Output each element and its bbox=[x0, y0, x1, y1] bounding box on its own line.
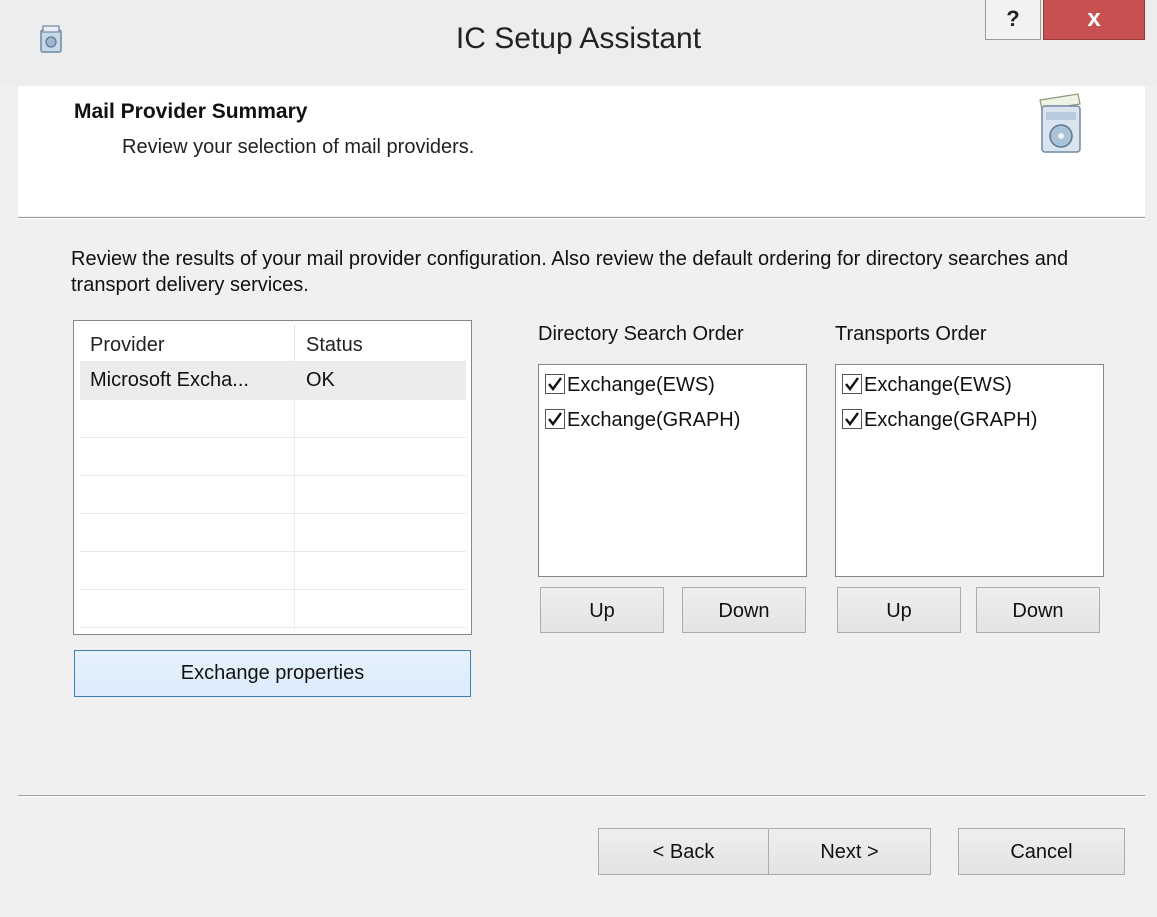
footer-separator bbox=[18, 795, 1145, 797]
column-header-provider[interactable]: Provider bbox=[90, 325, 164, 361]
wizard-header: Mail Provider Summary Review your select… bbox=[18, 86, 1145, 216]
title-bar[interactable]: IC Setup Assistant ? x bbox=[0, 0, 1157, 86]
checkbox-checked-icon[interactable] bbox=[842, 408, 862, 429]
directory-search-label: Directory Search Order bbox=[538, 323, 744, 345]
provider-row[interactable]: Microsoft Excha... OK bbox=[80, 362, 466, 400]
transports-up-button[interactable]: Up bbox=[837, 587, 961, 633]
close-button[interactable]: x bbox=[1043, 0, 1145, 40]
setup-window: IC Setup Assistant ? x Mail Provider Sum… bbox=[0, 0, 1157, 917]
checkbox-checked-icon[interactable] bbox=[545, 408, 565, 429]
directory-search-list[interactable]: Exchange(EWS) Exchange(GRAPH) bbox=[538, 364, 807, 577]
empty-row bbox=[80, 438, 466, 476]
transport-item-ews[interactable]: Exchange(EWS) bbox=[842, 370, 1012, 400]
next-button[interactable]: Next > bbox=[768, 828, 931, 875]
provider-list-header: Provider Status bbox=[80, 325, 466, 362]
column-gridline bbox=[294, 361, 295, 631]
provider-status-cell: OK bbox=[306, 369, 335, 391]
empty-row bbox=[80, 552, 466, 590]
transport-item-label: Exchange(GRAPH) bbox=[864, 409, 1038, 431]
checkbox-checked-icon[interactable] bbox=[545, 373, 565, 394]
instructions-text: Review the results of your mail provider… bbox=[71, 248, 1069, 296]
cancel-button[interactable]: Cancel bbox=[958, 828, 1125, 875]
transports-down-button[interactable]: Down bbox=[976, 587, 1100, 633]
directory-item-label: Exchange(GRAPH) bbox=[567, 409, 741, 431]
help-button[interactable]: ? bbox=[985, 0, 1041, 40]
back-button[interactable]: < Back bbox=[598, 828, 769, 875]
column-divider[interactable] bbox=[294, 325, 295, 361]
window-title: IC Setup Assistant bbox=[455, 22, 702, 55]
directory-down-button[interactable]: Down bbox=[682, 587, 806, 633]
directory-item-label: Exchange(EWS) bbox=[567, 374, 715, 396]
transports-order-label: Transports Order bbox=[835, 323, 987, 345]
empty-row bbox=[80, 590, 466, 628]
exchange-properties-button[interactable]: Exchange properties bbox=[74, 650, 471, 697]
directory-up-button[interactable]: Up bbox=[540, 587, 664, 633]
checkbox-checked-icon[interactable] bbox=[842, 373, 862, 394]
empty-row bbox=[80, 514, 466, 552]
page-title: Mail Provider Summary bbox=[74, 100, 308, 123]
header-separator bbox=[18, 217, 1145, 219]
provider-list[interactable]: Provider Status Microsoft Excha... OK bbox=[73, 320, 472, 635]
empty-row bbox=[80, 476, 466, 514]
provider-name-cell: Microsoft Excha... bbox=[90, 369, 249, 391]
transports-list[interactable]: Exchange(EWS) Exchange(GRAPH) bbox=[835, 364, 1104, 577]
transport-item-label: Exchange(EWS) bbox=[864, 374, 1012, 396]
empty-row bbox=[80, 400, 466, 438]
transport-item-graph[interactable]: Exchange(GRAPH) bbox=[842, 405, 1037, 435]
column-header-status[interactable]: Status bbox=[306, 325, 363, 361]
directory-item-graph[interactable]: Exchange(GRAPH) bbox=[545, 405, 740, 435]
installer-box-icon bbox=[1028, 86, 1090, 158]
page-subtitle: Review your selection of mail providers. bbox=[122, 136, 475, 158]
directory-item-ews[interactable]: Exchange(EWS) bbox=[545, 370, 715, 400]
